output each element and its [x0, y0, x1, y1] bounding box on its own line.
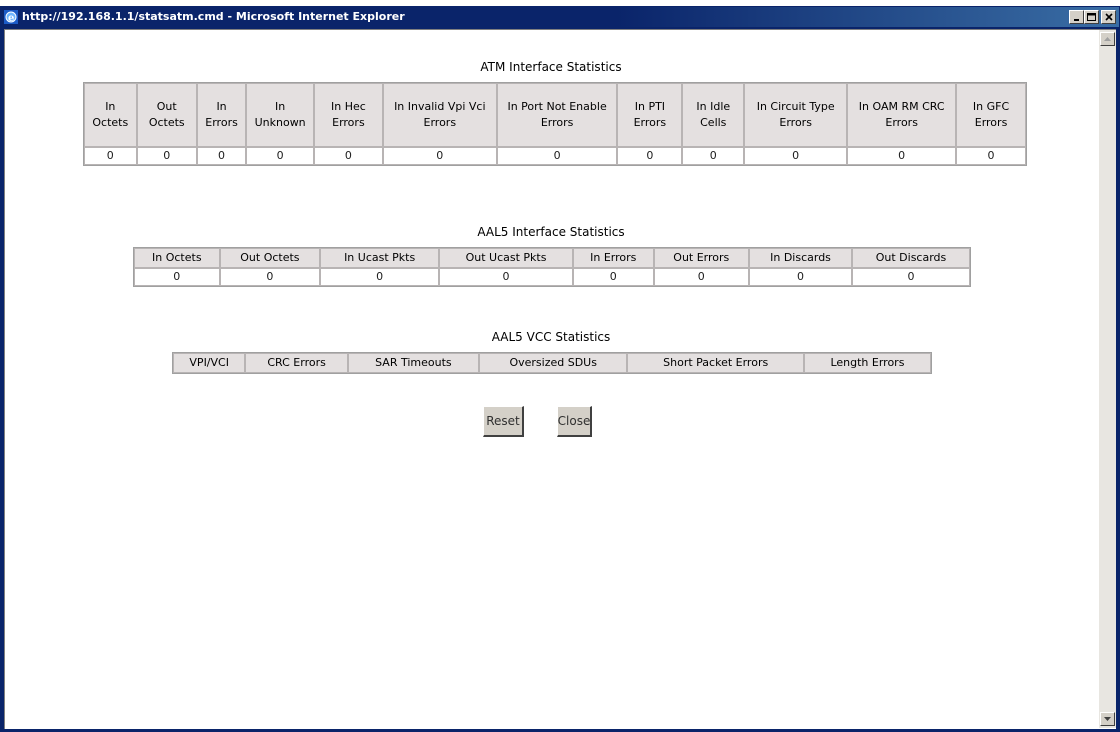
vcc-header-row: VPI/VCI CRC Errors SAR Timeouts Oversize…	[173, 353, 931, 373]
scroll-up-button[interactable]	[1100, 32, 1115, 46]
arrow-down-icon	[1104, 716, 1111, 721]
atm-value-cell: 0	[314, 147, 383, 165]
minimize-icon	[1073, 19, 1079, 21]
atm-stats-title: ATM Interface Statistics	[480, 60, 622, 74]
aal5-value-cell: 0	[852, 268, 970, 286]
restore-button[interactable]	[1084, 10, 1099, 24]
aal5-header-out-octets: Out Octets	[219, 248, 321, 268]
aal5-header-out-ucast-pkts: Out Ucast Pkts	[439, 248, 573, 268]
browser-window: e http://192.168.1.1/statsatm.cmd - Micr…	[0, 6, 1120, 732]
atm-header-out-octets: Out Octets	[136, 83, 197, 147]
aal5-value-cell: 0	[749, 268, 852, 286]
atm-value-cell: 0	[682, 147, 745, 165]
page-content: ATM Interface Statistics In Octets Out O…	[5, 30, 1097, 728]
atm-header-in-invalid-vpi-vci-errors: In Invalid Vpi Vci Errors	[382, 83, 497, 147]
ie-icon: e	[4, 10, 18, 24]
atm-value-cell: 0	[496, 147, 618, 165]
aal5-header-row: In Octets Out Octets In Ucast Pkts Out U…	[134, 248, 970, 268]
reset-button[interactable]: Reset	[483, 406, 524, 437]
atm-header-in-idle-cells: In Idle Cells	[682, 83, 745, 147]
atm-header-in-circuit-type-errors: In Circuit Type Errors	[744, 83, 848, 147]
atm-header-in-pti-errors: In PTI Errors	[617, 83, 683, 147]
aal5-header-in-errors: In Errors	[572, 248, 654, 268]
vcc-stats-title: AAL5 VCC Statistics	[491, 330, 611, 344]
vcc-header-vpi-vci: VPI/VCI	[173, 353, 246, 373]
atm-header-in-gfc-errors: In GFC Errors	[956, 83, 1026, 147]
scroll-down-button[interactable]	[1100, 712, 1115, 726]
browser-client-area: ATM Interface Statistics In Octets Out O…	[4, 29, 1116, 729]
minimize-button[interactable]	[1069, 10, 1084, 24]
vcc-stats-table: VPI/VCI CRC Errors SAR Timeouts Oversize…	[172, 352, 932, 374]
aal5-value-cell: 0	[653, 268, 750, 286]
atm-value-cell: 0	[382, 147, 497, 165]
atm-header-row: In Octets Out Octets In Errors In Unknow…	[84, 83, 1026, 147]
atm-header-in-unknown: In Unknown	[246, 83, 315, 147]
atm-header-in-octets: In Octets	[84, 83, 137, 147]
vcc-header-crc-errors: CRC Errors	[245, 353, 348, 373]
vcc-header-short-packet-errors: Short Packet Errors	[627, 353, 804, 373]
atm-value-cell: 0	[744, 147, 848, 165]
aal5-value-row: 0 0 0 0 0 0 0 0	[134, 268, 970, 286]
atm-value-cell: 0	[847, 147, 957, 165]
atm-header-in-errors: In Errors	[196, 83, 247, 147]
aal5-value-cell: 0	[219, 268, 321, 286]
aal5-header-in-ucast-pkts: In Ucast Pkts	[320, 248, 440, 268]
atm-header-in-oam-rm-crc-errors: In OAM RM CRC Errors	[847, 83, 957, 147]
atm-value-cell: 0	[196, 147, 247, 165]
svg-text:e: e	[8, 13, 14, 24]
close-window-button[interactable]	[1101, 10, 1116, 24]
vertical-scrollbar[interactable]	[1099, 30, 1116, 728]
atm-header-in-port-not-enable-errors: In Port Not Enable Errors	[496, 83, 618, 147]
vcc-header-oversized-sdus: Oversized SDUs	[478, 353, 628, 373]
aal5-value-cell: 0	[572, 268, 654, 286]
atm-value-cell: 0	[246, 147, 315, 165]
vcc-header-sar-timeouts: SAR Timeouts	[347, 353, 479, 373]
aal5-stats-title: AAL5 Interface Statistics	[477, 225, 625, 239]
atm-value-row: 0 0 0 0 0 0 0 0 0 0 0 0	[84, 147, 1026, 165]
aal5-value-cell: 0	[439, 268, 573, 286]
aal5-header-out-errors: Out Errors	[653, 248, 750, 268]
atm-stats-table: In Octets Out Octets In Errors In Unknow…	[83, 82, 1027, 166]
close-icon	[1104, 13, 1113, 21]
atm-header-in-hec-errors: In Hec Errors	[314, 83, 383, 147]
aal5-value-cell: 0	[134, 268, 220, 286]
aal5-header-in-octets: In Octets	[134, 248, 220, 268]
aal5-header-in-discards: In Discards	[749, 248, 852, 268]
aal5-value-cell: 0	[320, 268, 440, 286]
atm-value-cell: 0	[617, 147, 683, 165]
atm-value-cell: 0	[956, 147, 1026, 165]
atm-value-cell: 0	[84, 147, 137, 165]
window-title: http://192.168.1.1/statsatm.cmd - Micros…	[22, 10, 405, 23]
aal5-header-out-discards: Out Discards	[852, 248, 970, 268]
arrow-up-icon	[1104, 36, 1111, 41]
close-button[interactable]: Close	[557, 406, 592, 437]
atm-value-cell: 0	[136, 147, 197, 165]
vcc-header-length-errors: Length Errors	[803, 353, 931, 373]
window-controls	[1069, 10, 1116, 25]
restore-icon	[1087, 12, 1096, 21]
aal5-stats-table: In Octets Out Octets In Ucast Pkts Out U…	[133, 247, 971, 287]
title-bar[interactable]: e http://192.168.1.1/statsatm.cmd - Micr…	[1, 7, 1119, 27]
